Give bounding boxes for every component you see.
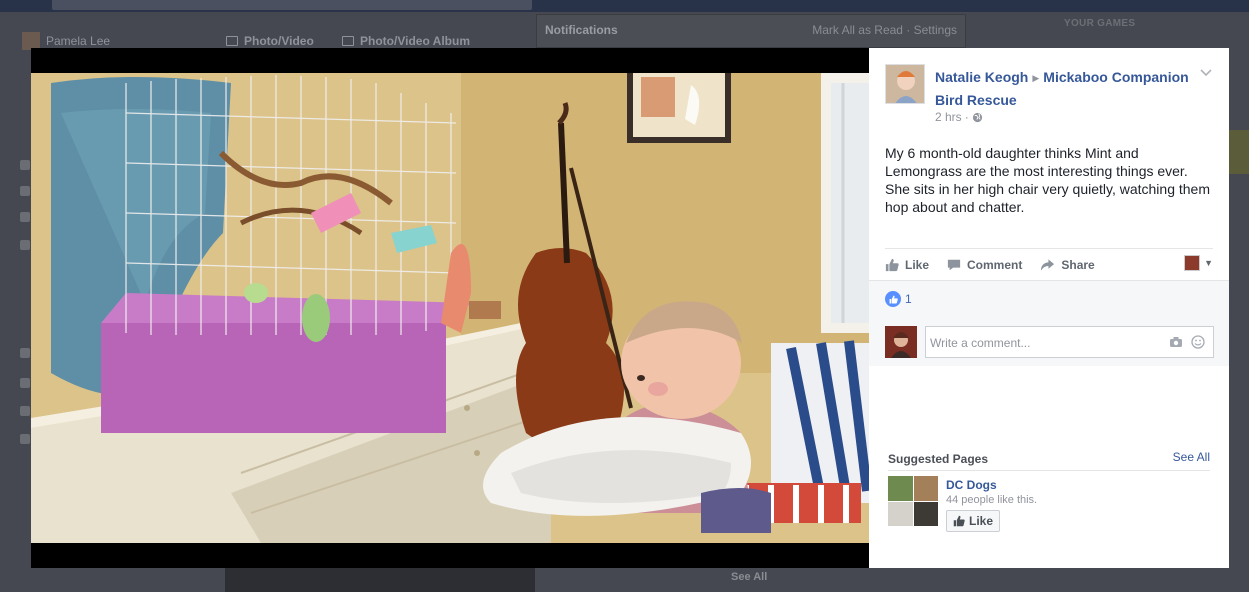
see-all-link[interactable]: See All	[1173, 450, 1210, 464]
meta-separator: ·	[964, 110, 969, 124]
comment-box	[925, 326, 1214, 358]
page-name-link[interactable]: DC Dogs	[946, 478, 997, 492]
globe-icon[interactable]	[972, 112, 983, 123]
search-bar[interactable]	[52, 0, 532, 10]
like-label: Like	[905, 257, 930, 272]
photo-strip	[225, 568, 535, 592]
post-sidepanel: Natalie Keogh ▶ Mickaboo Companion Bird Re…	[869, 48, 1229, 568]
camera-icon	[226, 36, 238, 46]
suggested-pages: Suggested Pages See All DC Dogs 44 peopl…	[888, 450, 1210, 532]
post-text: My 6 month-old daughter thinks Mint and …	[885, 145, 1211, 215]
page-like-button[interactable]: Like	[946, 510, 1001, 532]
emoji-icon[interactable]	[1191, 335, 1205, 354]
notifications-title: Notifications	[545, 23, 618, 37]
share-label: Share	[1061, 257, 1095, 272]
suggested-page-item: DC Dogs 44 people like this. Like	[888, 476, 1210, 532]
games-label: YOUR GAMES	[1064, 18, 1136, 29]
photo-viewer[interactable]	[31, 48, 869, 568]
share-button[interactable]: Share	[1040, 257, 1095, 272]
author-profile-picture[interactable]	[885, 64, 925, 104]
suggested-pages-title: Suggested Pages	[888, 452, 989, 466]
notifications-links[interactable]: Mark All as Read · Settings	[812, 23, 957, 37]
page-thumbnail[interactable]	[888, 476, 938, 526]
tab-label: Photo/Video Album	[360, 34, 470, 48]
post-meta: 2 hrs ·	[935, 110, 983, 124]
page-like-label: Like	[969, 514, 994, 528]
camera-icon[interactable]	[1169, 335, 1183, 353]
notifications-panel: Notifications Mark All as Read · Setting…	[536, 14, 966, 48]
thumbs-up-icon	[953, 515, 965, 527]
thumbs-up-icon	[885, 258, 899, 271]
page-like-count: 44 people like this.	[946, 494, 1038, 506]
comment-button[interactable]: Comment	[947, 258, 1022, 272]
post-photo[interactable]	[31, 73, 869, 543]
top-navigation-bar	[0, 0, 1249, 12]
avatar	[885, 326, 917, 358]
tab-photo-video[interactable]: Photo/Video	[226, 34, 314, 48]
album-icon	[342, 36, 354, 46]
photo-image	[31, 73, 869, 543]
tab-photo-video-album[interactable]: Photo/Video Album	[342, 34, 470, 48]
post-as-selector[interactable]: ▼	[1184, 255, 1213, 271]
comment-input[interactable]	[930, 334, 1160, 352]
like-count[interactable]: 1	[885, 291, 912, 307]
see-all-link[interactable]: See All	[731, 571, 767, 583]
left-sidebar	[0, 60, 30, 592]
post-timestamp[interactable]: 2 hrs	[935, 110, 962, 124]
user-name: Pamela Lee	[46, 34, 111, 48]
comment-icon	[947, 259, 961, 270]
share-icon	[1041, 258, 1055, 271]
author-name-link[interactable]: Natalie Keogh	[935, 69, 1028, 85]
caret-down-icon: ▼	[1204, 258, 1213, 268]
tab-label: Photo/Video	[244, 34, 314, 48]
comment-composer	[885, 326, 1214, 358]
avatar	[1184, 255, 1201, 271]
like-count-value: 1	[905, 292, 912, 306]
feedback-section: 1	[869, 280, 1229, 366]
like-button[interactable]: Like	[885, 258, 929, 272]
post-actions: Like Comment Share ▼	[885, 248, 1213, 280]
game-thumbnail[interactable]	[1229, 130, 1249, 174]
like-reaction-icon	[885, 291, 901, 307]
chevron-down-icon[interactable]	[1199, 66, 1213, 80]
divider	[888, 470, 1210, 471]
arrow-right-icon: ▶	[1032, 73, 1040, 83]
comment-label: Comment	[967, 257, 1023, 272]
post-title: Natalie Keogh ▶ Mickaboo Companion Bird Re…	[935, 66, 1197, 111]
